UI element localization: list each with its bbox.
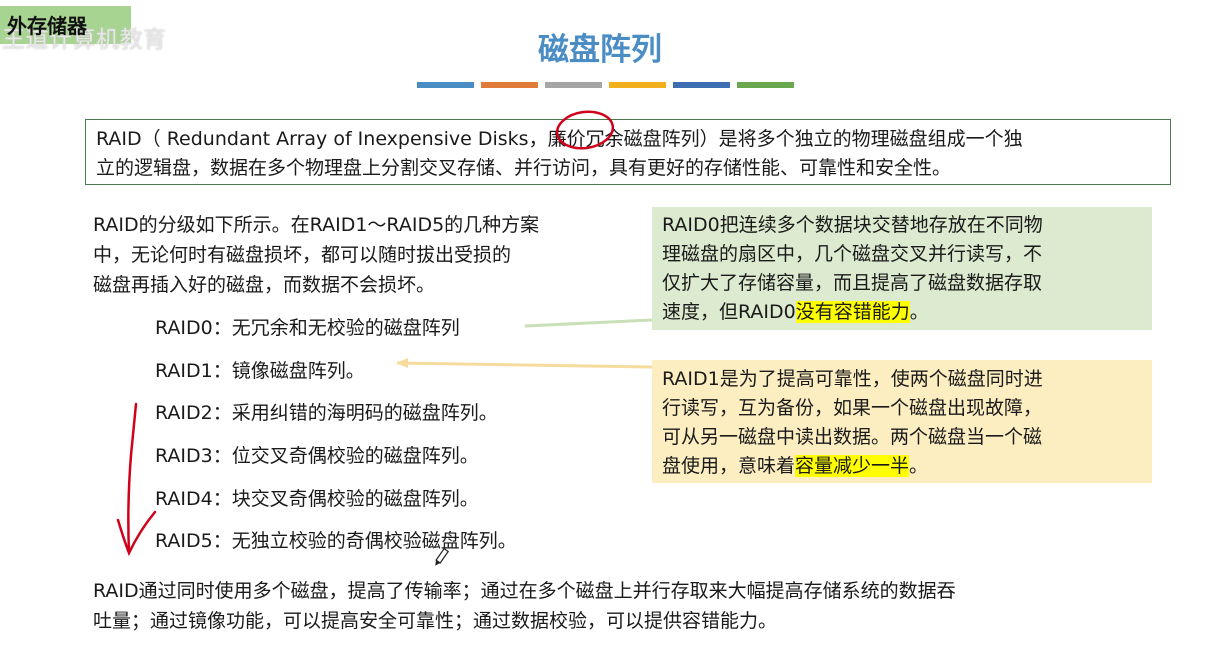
raid1-connector-arrowhead xyxy=(396,358,408,368)
red-arrow-annotation xyxy=(116,402,157,557)
raid1-connector xyxy=(396,361,653,369)
annotation-overlay xyxy=(116,110,653,566)
raid0-connector xyxy=(524,318,653,328)
red-circle-annotation xyxy=(555,110,615,150)
pen-cursor-icon xyxy=(435,547,450,566)
